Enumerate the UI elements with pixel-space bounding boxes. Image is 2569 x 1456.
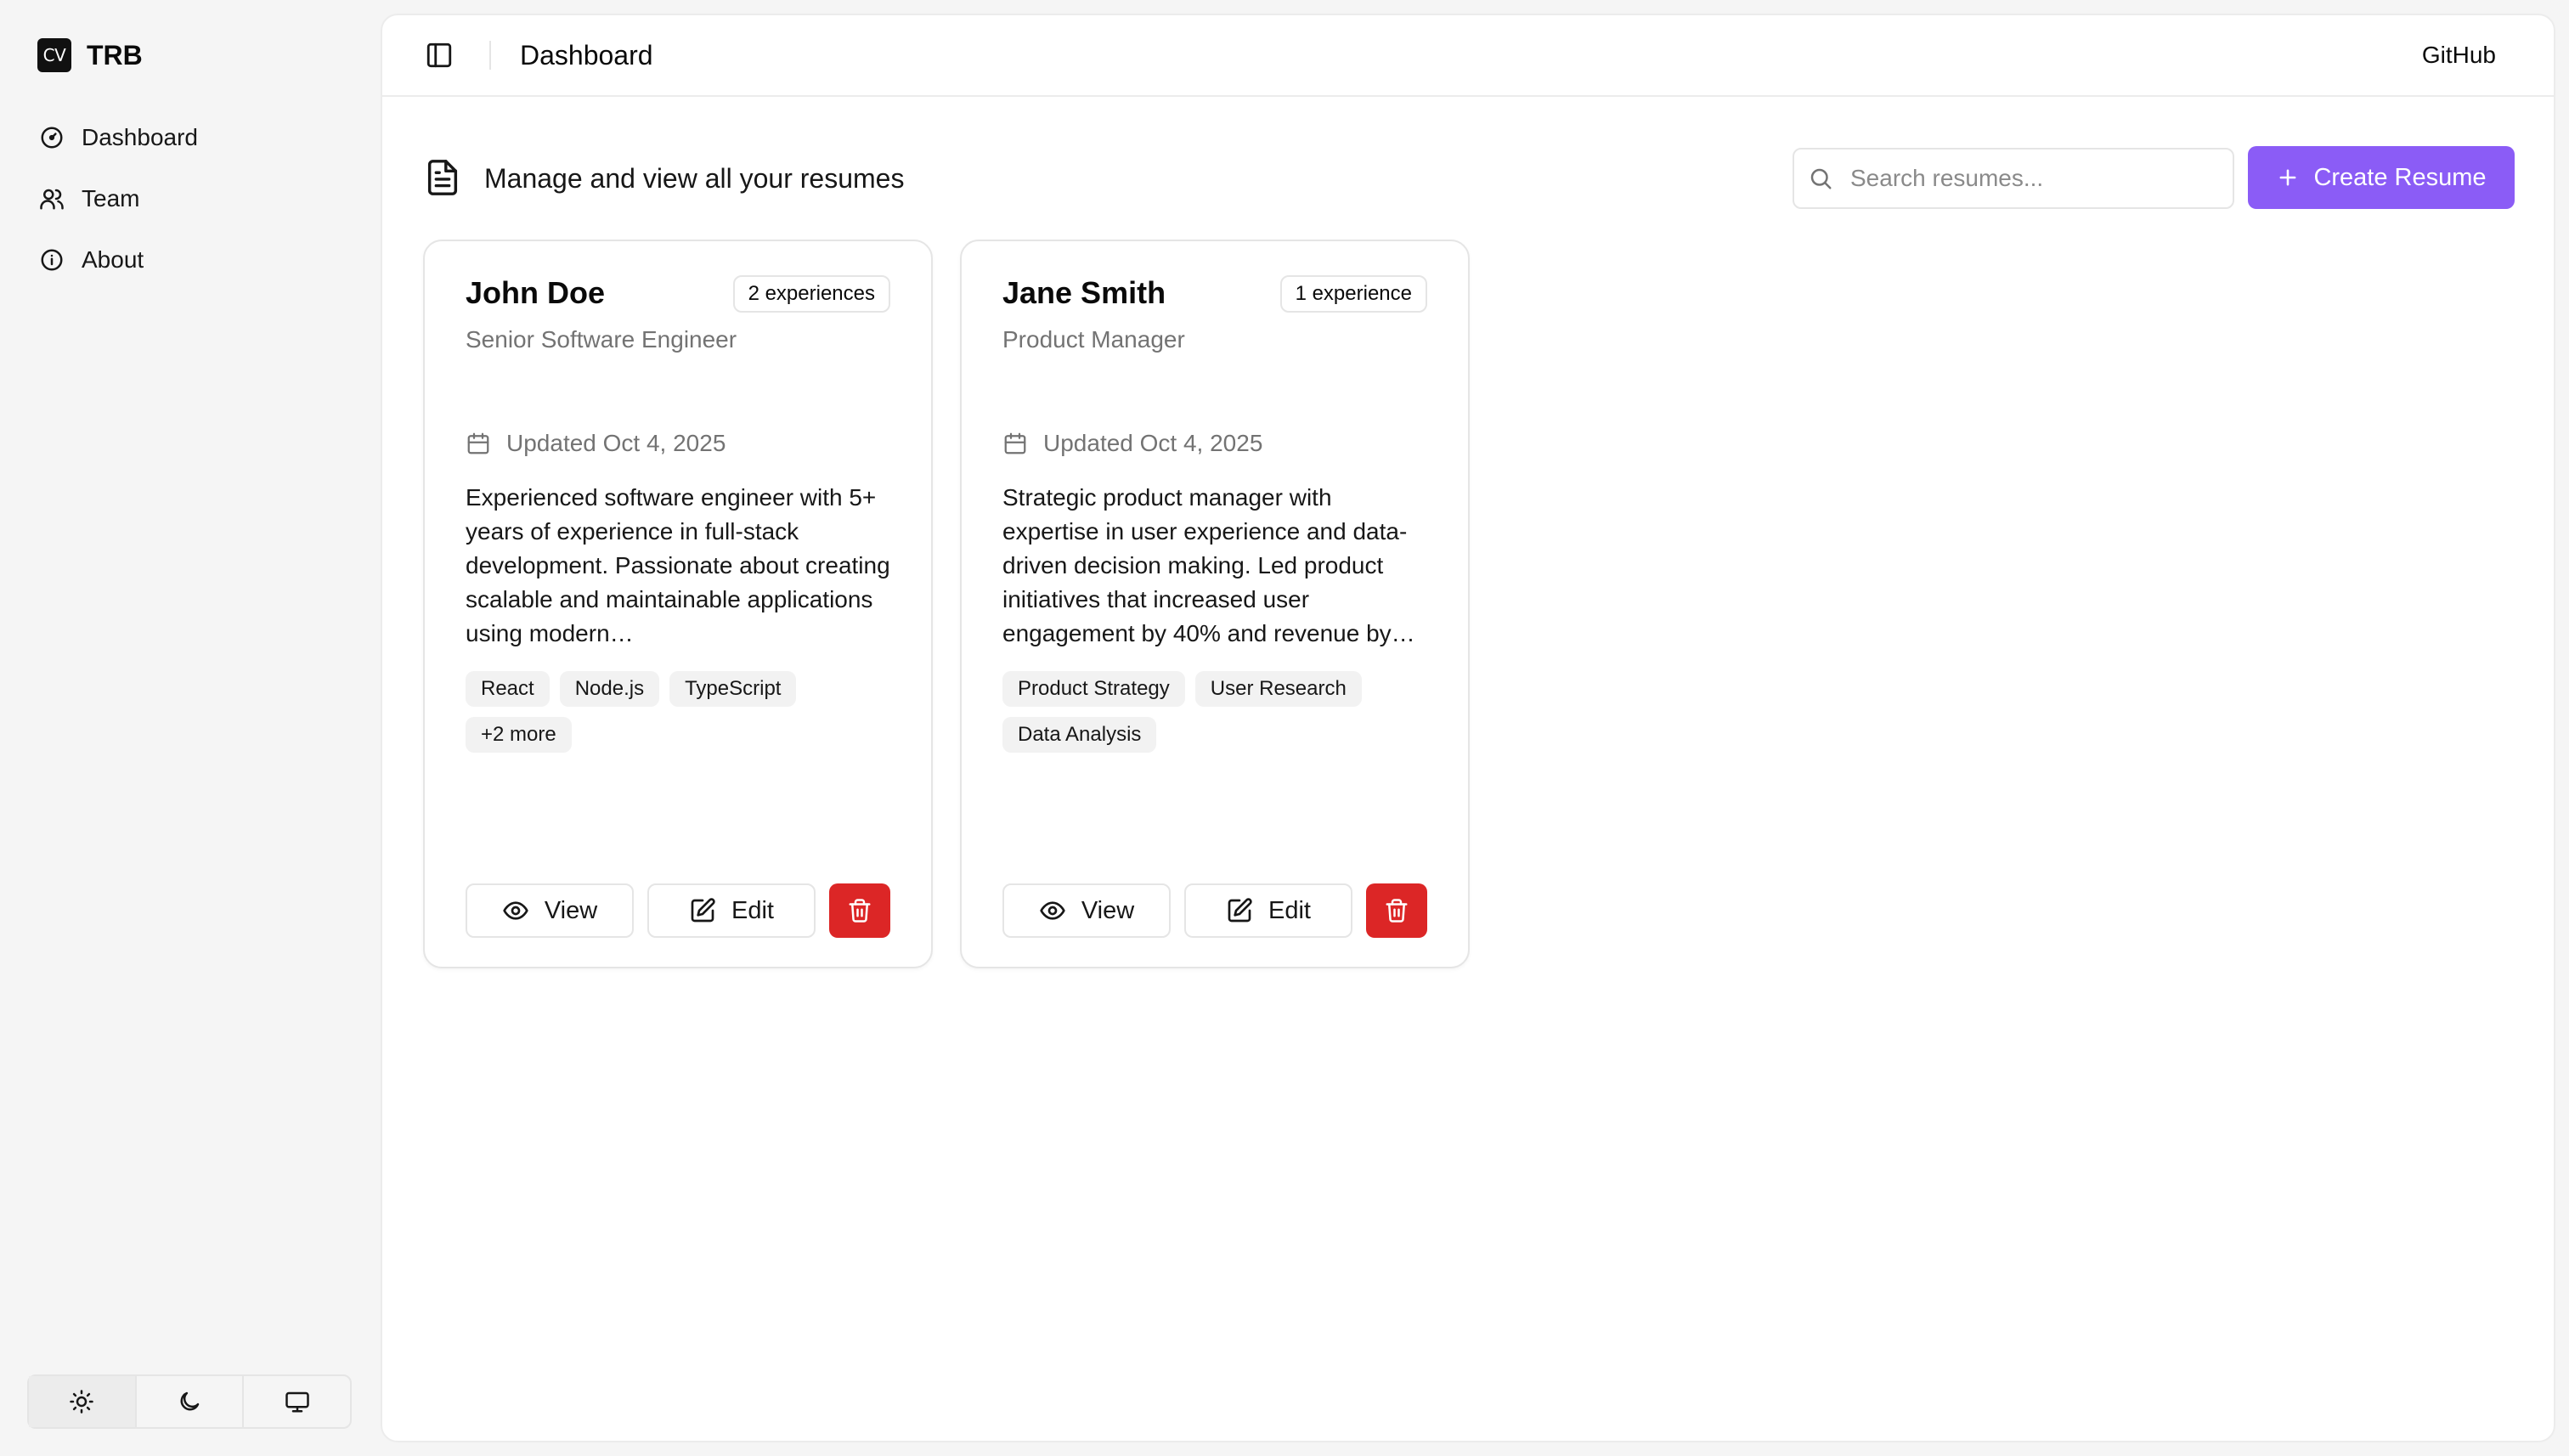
file-text-icon [427,160,458,195]
theme-switcher [27,1374,352,1429]
sidebar: CV TRB Dashboard Team About [0,0,381,1456]
delete-button[interactable] [1366,883,1427,938]
view-label: View [1081,896,1135,924]
delete-button[interactable] [829,883,890,938]
experience-badge: 1 experience [1279,275,1427,313]
brand[interactable]: CV TRB [37,37,143,73]
resume-card[interactable]: Jane Smith 1 experience Product Manager … [960,240,1470,968]
skill-tag: TypeScript [669,671,797,707]
page-title: Dashboard [520,40,653,71]
edit-icon [1228,898,1252,923]
resume-card[interactable]: John Doe 2 experiences Senior Software E… [423,240,933,968]
moon-icon [180,1391,200,1411]
sun-icon [70,1390,94,1414]
skill-tag: React [466,671,550,707]
search-box [1793,148,2234,209]
theme-light-button[interactable] [29,1376,137,1427]
skill-tag: Product Strategy [1002,671,1185,707]
create-resume-label: Create Resume [2313,163,2487,191]
main-panel: Dashboard GitHub Manage and view all you… [381,14,2555,1442]
theme-system-button[interactable] [244,1376,350,1427]
edit-button[interactable]: Edit [647,883,816,938]
sidebar-item-label: Dashboard [82,124,198,150]
resume-summary: Strategic product manager with expertise… [1002,484,1415,646]
calendar-icon [467,432,489,454]
eye-icon [503,901,528,920]
resume-name: John Doe [466,275,606,310]
skill-tag: User Research [1194,671,1362,707]
edit-button[interactable]: Edit [1184,883,1352,938]
view-button[interactable]: View [1002,883,1171,938]
sidebar-item-dashboard[interactable]: Dashboard [27,110,353,165]
eye-icon [1040,901,1065,920]
sidebar-item-team[interactable]: Team [27,172,353,226]
card-actions: View Edit [1002,883,1427,938]
sidebar-item-label: About [82,246,144,273]
monitor-icon [285,1391,309,1413]
theme-dark-button[interactable] [137,1376,245,1427]
skill-tags: React Node.js TypeScript +2 more [466,671,897,753]
info-icon [41,249,63,271]
sidebar-item-about[interactable]: About [27,233,353,287]
view-button[interactable]: View [466,883,634,938]
updated-text: Updated Oct 4, 2025 [1043,430,1263,456]
updated-text: Updated Oct 4, 2025 [506,430,726,456]
topbar: Dashboard GitHub [382,15,2554,97]
github-link[interactable]: GitHub [2422,41,2496,70]
trash-icon [1386,899,1408,923]
calendar-icon [1004,432,1026,454]
card-actions: View Edit [466,883,890,938]
gauge-icon [41,127,63,149]
brand-name: TRB [87,39,143,71]
resume-grid: John Doe 2 experiences Senior Software E… [423,240,1470,968]
view-label: View [544,896,598,924]
sidebar-toggle-icon[interactable] [425,41,454,70]
skill-tag: Node.js [559,671,660,707]
resume-name: Jane Smith [1002,275,1166,310]
create-resume-button[interactable]: Create Resume [2248,146,2515,209]
sidebar-nav: Dashboard Team About [27,110,353,294]
updated-date: Updated Oct 4, 2025 [466,430,726,457]
topbar-divider [489,41,491,70]
search-icon [1810,168,1832,189]
edit-label: Edit [1268,896,1311,924]
app: CV TRB Dashboard Team About Dashboard Gi… [0,0,2569,1456]
edit-label: Edit [731,896,774,924]
users-icon [40,189,64,210]
search-input[interactable] [1850,165,2224,192]
page-subtitle: Manage and view all your resumes [484,163,905,194]
brand-logo: CV [37,38,71,72]
skill-tags: Product Strategy User Research Data Anal… [1002,671,1434,753]
skill-tag: Data Analysis [1002,717,1157,753]
resume-role: Product Manager [1002,326,1185,353]
plus-icon [2280,169,2296,186]
experience-badge: 2 experiences [732,275,890,313]
more-skills-tag: +2 more [466,717,572,753]
toolbar: Manage and view all your resumes Create … [423,146,2515,209]
trash-icon [849,899,871,923]
updated-date: Updated Oct 4, 2025 [1002,430,1262,457]
resume-summary: Experienced software engineer with 5+ ye… [466,484,890,646]
resume-role: Senior Software Engineer [466,326,737,353]
sidebar-item-label: Team [82,185,140,212]
edit-icon [691,898,715,923]
